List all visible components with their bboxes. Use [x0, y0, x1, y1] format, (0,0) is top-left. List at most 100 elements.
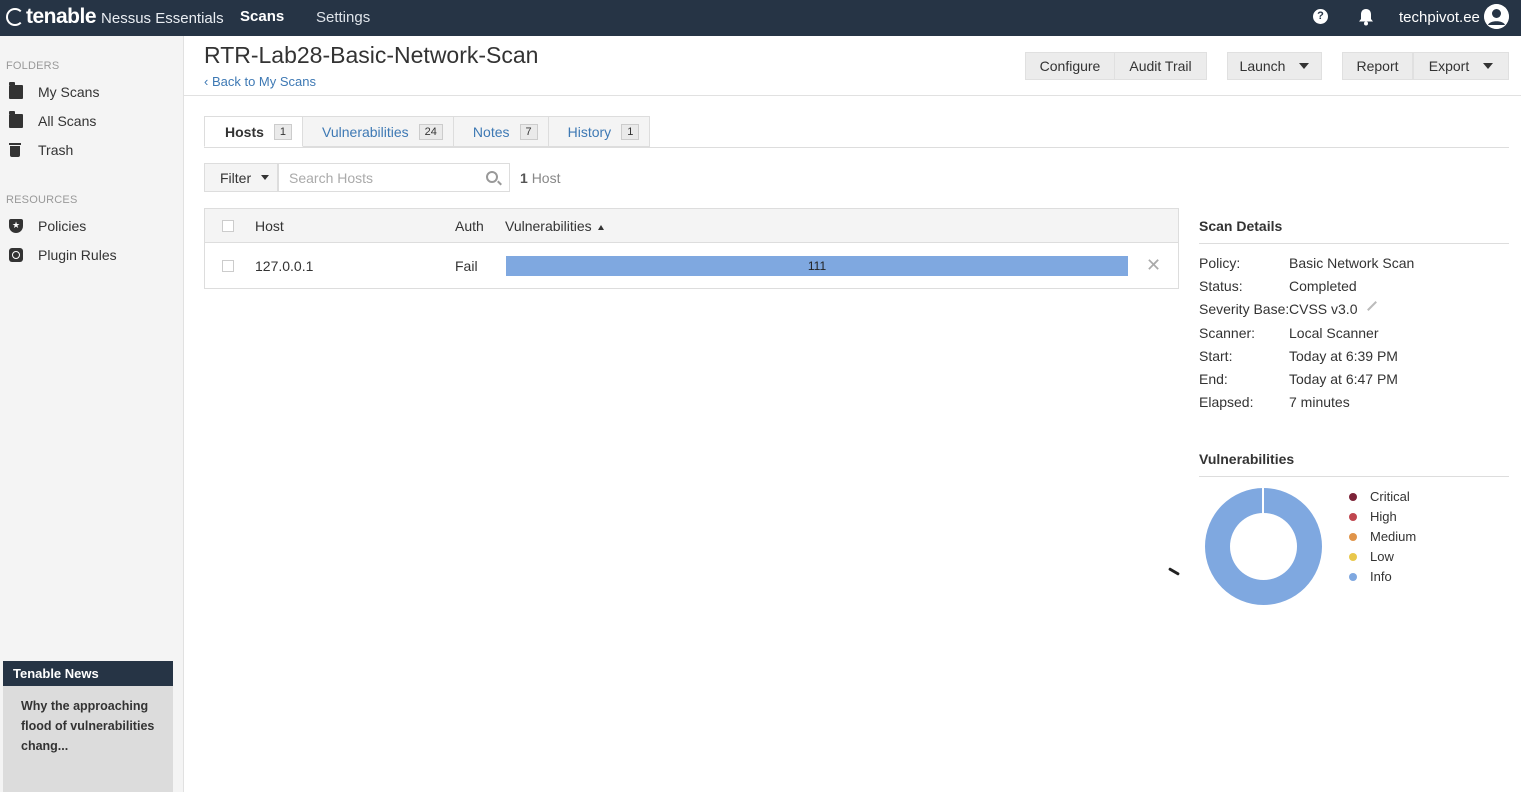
detail-label: Start:	[1199, 347, 1233, 364]
tab-count-badge: 1	[621, 123, 640, 140]
bell-icon[interactable]	[1358, 8, 1374, 26]
export-button[interactable]: Export	[1413, 52, 1509, 80]
export-button-label: Export	[1428, 58, 1470, 74]
nav-scans[interactable]: Scans	[240, 8, 284, 25]
sidebar-item-policies[interactable]: ★ Policies	[0, 213, 183, 239]
host-count-number: 1	[520, 170, 528, 186]
legend-item[interactable]: Medium	[1349, 529, 1416, 544]
search-hosts-input[interactable]: Search Hosts	[278, 163, 510, 192]
user-avatar-icon[interactable]	[1484, 4, 1509, 29]
remove-row-icon[interactable]: ✕	[1146, 255, 1161, 276]
tab-vulnerabilities[interactable]: Vulnerabilities 24	[303, 116, 454, 147]
legend-label: Medium	[1370, 529, 1417, 544]
tab-label: History	[567, 123, 612, 140]
legend-dot-icon	[1349, 572, 1357, 581]
detail-label: End:	[1199, 371, 1228, 387]
sidebar-item-plugin-rules[interactable]: Plugin Rules	[0, 242, 183, 268]
caret-down-icon	[261, 175, 270, 180]
detail-label: Scanner:	[1199, 324, 1256, 341]
column-vulnerabilities-label: Vulnerabilities	[505, 218, 592, 234]
hosts-table: Host Auth Vulnerabilities 127.0.0.1 Fail…	[204, 208, 1179, 289]
tenable-logo-icon	[6, 8, 24, 26]
sidebar: FOLDERS My Scans All Scans Trash RESOURC…	[0, 36, 184, 792]
legend-dot-icon	[1349, 492, 1357, 501]
back-to-my-scans-link[interactable]: ‹ Back to My Scans	[204, 74, 316, 89]
plugin-icon	[9, 248, 23, 262]
detail-label: Elapsed:	[1199, 394, 1254, 411]
chevron-left-icon: ‹	[204, 74, 212, 89]
tenable-logo[interactable]: tenable Nessus Essentials	[6, 5, 224, 29]
legend-label: High	[1370, 509, 1397, 524]
nav-settings[interactable]: Settings	[316, 9, 370, 26]
detail-value: Today at 6:39 PM	[1289, 347, 1398, 364]
legend-dot-icon	[1349, 552, 1357, 561]
tab-label: Vulnerabilities	[322, 123, 409, 140]
caret-down-icon	[1299, 63, 1310, 69]
edit-pencil-icon[interactable]	[1367, 301, 1377, 311]
donut-slice-gap	[1262, 488, 1264, 515]
vulnerabilities-bar: 111	[506, 256, 1128, 276]
sidebar-item-label: My Scans	[38, 84, 100, 100]
detail-value: Basic Network Scan	[1289, 255, 1415, 271]
legend-item[interactable]: High	[1349, 509, 1397, 524]
column-vulnerabilities[interactable]: Vulnerabilities	[505, 218, 604, 234]
vulnerabilities-chart-divider	[1199, 476, 1509, 477]
search-icon[interactable]	[486, 171, 498, 183]
sidebar-item-all-scans[interactable]: All Scans	[0, 108, 183, 134]
row-checkbox[interactable]	[222, 260, 234, 272]
column-auth[interactable]: Auth	[455, 218, 484, 234]
host-count: 1 Host	[520, 170, 560, 186]
tab-notes[interactable]: Notes 7	[453, 116, 549, 147]
column-host[interactable]: Host	[255, 218, 284, 234]
help-icon[interactable]: ?	[1313, 9, 1328, 24]
detail-value: CVSS v3.0	[1289, 301, 1358, 318]
detail-value: Today at 6:47 PM	[1289, 371, 1398, 387]
legend-item[interactable]: Critical	[1349, 489, 1410, 504]
tenable-news-widget: Tenable News Why the approaching flood o…	[3, 661, 173, 792]
auth-cell: Fail	[455, 258, 478, 274]
detail-value: Completed	[1289, 278, 1357, 295]
detail-label: Severity Base:	[1199, 301, 1290, 318]
shield-icon: ★	[9, 219, 23, 233]
detail-label: Policy:	[1199, 255, 1241, 271]
sidebar-item-label: All Scans	[38, 113, 97, 129]
report-button[interactable]: Report	[1342, 52, 1413, 80]
caret-down-icon	[1483, 63, 1494, 69]
sort-ascending-icon	[597, 224, 604, 230]
filter-button[interactable]: Filter	[204, 163, 278, 192]
launch-button[interactable]: Launch	[1227, 52, 1322, 80]
legend-label: Info	[1370, 569, 1392, 584]
legend-label: Low	[1370, 549, 1394, 564]
product-name: Nessus Essentials	[101, 10, 224, 27]
username[interactable]: techpivot.ee	[1399, 9, 1480, 26]
legend-dot-icon	[1349, 512, 1357, 521]
table-header: Host Auth Vulnerabilities	[205, 209, 1178, 243]
host-count-label: Host	[531, 170, 561, 186]
brand-name: tenable	[26, 5, 97, 28]
tab-count-badge: 1	[273, 123, 293, 140]
host-cell: 127.0.0.1	[255, 258, 314, 274]
page-title: RTR-Lab28-Basic-Network-Scan	[204, 42, 539, 68]
audit-trail-button[interactable]: Audit Trail	[1114, 52, 1207, 80]
tab-hosts[interactable]: Hosts 1	[204, 116, 304, 147]
legend-item[interactable]: Low	[1349, 549, 1394, 564]
tab-history[interactable]: History 1	[548, 116, 651, 147]
tab-count-badge: 24	[418, 123, 443, 140]
select-all-checkbox[interactable]	[222, 220, 234, 232]
folder-icon	[9, 111, 23, 128]
news-headline-link[interactable]: Why the approaching flood of vulnerabili…	[3, 686, 173, 766]
legend-item[interactable]: Info	[1349, 569, 1392, 584]
folders-heading: FOLDERS	[6, 60, 60, 72]
sidebar-item-my-scans[interactable]: My Scans	[0, 79, 183, 105]
tab-label: Hosts	[225, 123, 264, 140]
header-divider	[184, 95, 1521, 96]
tabs-divider	[204, 147, 1509, 148]
sidebar-item-label: Policies	[38, 218, 87, 234]
news-title: Tenable News	[3, 661, 173, 686]
configure-button[interactable]: Configure	[1025, 52, 1115, 80]
sidebar-item-trash[interactable]: Trash	[0, 137, 183, 163]
vulnerabilities-chart-title: Vulnerabilities	[1199, 451, 1295, 467]
scan-details-title: Scan Details	[1199, 218, 1283, 234]
scan-tabs: Hosts 1 Vulnerabilities 24 Notes 7 Histo…	[204, 116, 651, 147]
trash-icon	[9, 143, 23, 157]
